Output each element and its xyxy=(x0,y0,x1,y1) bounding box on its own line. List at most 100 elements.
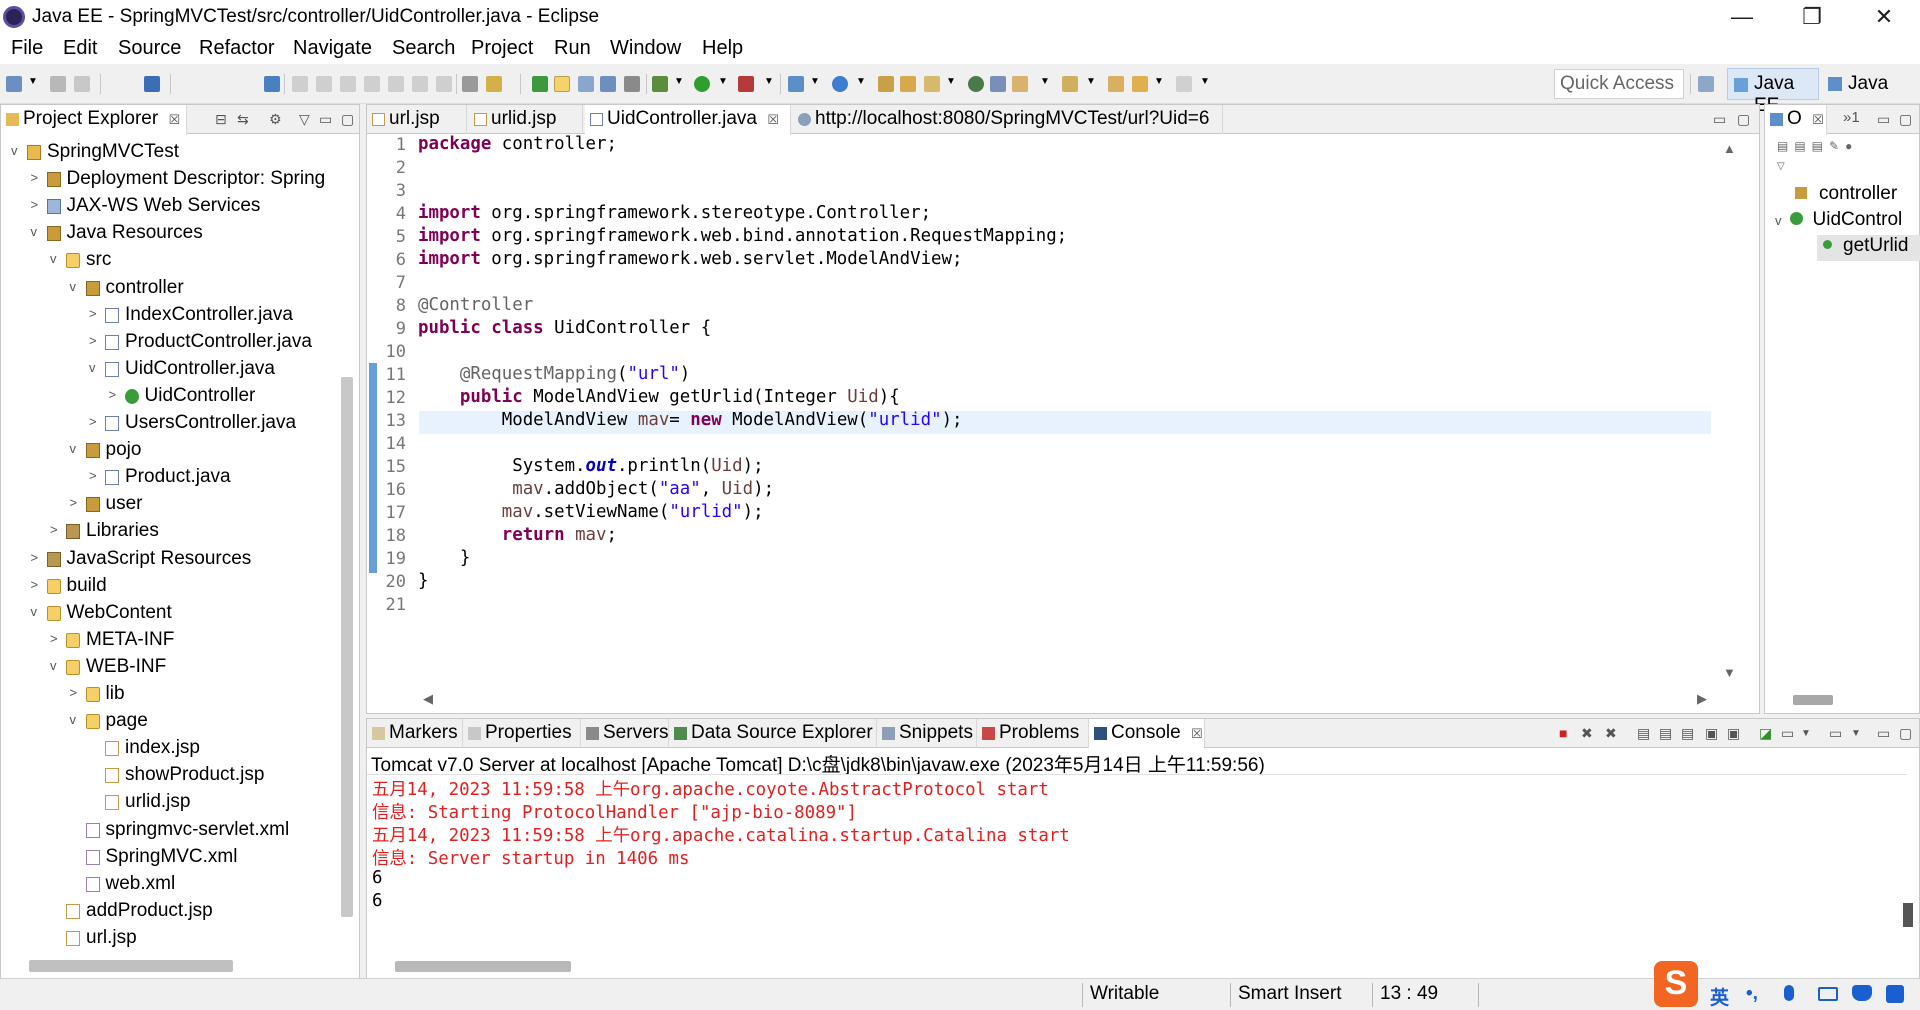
code-line[interactable]: ModelAndView mav= new ModelAndView("urli… xyxy=(418,410,963,430)
pin-console-icon[interactable]: ◪ xyxy=(1759,725,1772,742)
show-on-stderr-icon[interactable]: ▣ xyxy=(1727,725,1740,742)
back-dropdown-icon[interactable]: ▼ xyxy=(1154,76,1164,92)
outline-item-class[interactable]: v UidControl xyxy=(1775,209,1902,235)
open-perspective-icon[interactable] xyxy=(1698,76,1714,92)
show-on-stdout-icon[interactable]: ▣ xyxy=(1705,725,1718,742)
show-whitespace-icon[interactable] xyxy=(624,76,640,92)
ime-language-toggle[interactable]: 英 xyxy=(1710,983,1729,1010)
chevron-right-icon[interactable]: > xyxy=(89,468,101,483)
outline-toolbar[interactable]: ▤▤▤✎● xyxy=(1777,139,1858,153)
external-tools-dropdown-icon[interactable]: ▼ xyxy=(764,76,774,92)
chevron-right-icon[interactable]: > xyxy=(89,306,101,321)
tab-problems[interactable]: Problems xyxy=(977,719,1089,748)
tools-icon[interactable] xyxy=(486,76,502,92)
chevron-down-icon[interactable]: v xyxy=(70,441,82,456)
code-line[interactable]: } xyxy=(418,571,428,591)
chevron-right-icon[interactable]: > xyxy=(109,387,121,402)
close-icon[interactable]: ☒ xyxy=(1191,726,1203,741)
new-class-icon[interactable] xyxy=(832,76,848,92)
perspective-java-ee[interactable]: Java EE xyxy=(1727,68,1819,116)
ime-logo-icon[interactable]: S xyxy=(1654,961,1698,1007)
chevron-down-icon[interactable]: v xyxy=(70,279,82,294)
previous-annotation-dropdown-icon[interactable]: ▼ xyxy=(1086,76,1096,92)
chevron-right-icon[interactable]: > xyxy=(50,631,62,646)
chevron-right-icon[interactable]: > xyxy=(31,170,43,185)
chevron-down-icon[interactable]: v xyxy=(31,604,43,619)
tab-uidcontroller-java[interactable]: UidController.java ☒ xyxy=(585,105,791,135)
chevron-down-icon[interactable]: v xyxy=(11,143,23,158)
chevron-down-icon[interactable]: v xyxy=(89,360,101,375)
menu-search[interactable]: Search xyxy=(392,37,455,60)
new-dropdown-icon[interactable]: ▼ xyxy=(28,76,38,92)
next-annotation-icon[interactable] xyxy=(1012,76,1028,92)
code-line[interactable]: import org.springframework.stereotype.Co… xyxy=(418,203,931,223)
more-views-icon[interactable]: »1 xyxy=(1843,109,1860,126)
open-folder-icon[interactable] xyxy=(900,76,916,92)
collapse-all-icon[interactable]: ⊟ xyxy=(215,111,227,128)
code-line[interactable]: import org.springframework.web.bind.anno… xyxy=(418,226,1067,246)
menu-help[interactable]: Help xyxy=(702,37,743,60)
tab-outline[interactable]: O ☒ xyxy=(1765,105,1827,135)
tab-console[interactable]: Console ☒ xyxy=(1089,719,1205,749)
word-wrap-icon[interactable]: ▤ xyxy=(1681,725,1694,742)
chevron-right-icon[interactable]: > xyxy=(70,495,82,510)
chevron-right-icon[interactable]: > xyxy=(31,577,43,592)
skip-breakpoints-icon[interactable] xyxy=(264,76,280,92)
display-console-icon[interactable]: ▭ xyxy=(1781,725,1794,742)
chevron-right-icon[interactable]: > xyxy=(89,414,101,429)
menu-source[interactable]: Source xyxy=(118,37,181,60)
chevron-right-icon[interactable]: > xyxy=(31,550,43,565)
code-line[interactable]: return mav; xyxy=(418,525,617,545)
forward-dropdown-icon[interactable]: ▼ xyxy=(1200,76,1210,92)
globe-icon[interactable] xyxy=(968,76,984,92)
minimize-view-icon[interactable]: ▭ xyxy=(1877,725,1890,742)
terminate-icon[interactable] xyxy=(340,76,356,92)
close-button[interactable]: ✕ xyxy=(1854,0,1914,34)
tab-browser[interactable]: http://localhost:8080/SpringMVCTest/url?… xyxy=(793,105,1223,134)
minimize-editor-icon[interactable]: ▭ xyxy=(1713,111,1726,128)
tab-project-explorer[interactable]: Project Explorer ☒ xyxy=(1,105,188,135)
external-tools-icon[interactable] xyxy=(738,76,754,92)
highlight-icon[interactable] xyxy=(554,76,570,92)
annotation-icon[interactable] xyxy=(990,76,1006,92)
save-all-icon[interactable] xyxy=(74,76,90,92)
console-horizontal-scrollbar[interactable] xyxy=(395,961,571,972)
search-dropdown-icon[interactable]: ▼ xyxy=(946,76,956,92)
maximize-view-icon[interactable]: ▢ xyxy=(341,111,354,128)
outline-horizontal-scrollbar[interactable] xyxy=(1793,695,1833,705)
suspend-icon[interactable] xyxy=(316,76,332,92)
clear-console-icon[interactable]: ▤ xyxy=(1637,725,1650,742)
scroll-lock-icon[interactable]: ▤ xyxy=(1659,725,1672,742)
tab-properties[interactable]: Properties xyxy=(463,719,581,748)
search-icon[interactable] xyxy=(924,76,940,92)
minimize-view-icon[interactable]: ▭ xyxy=(1877,111,1890,128)
perspective-java[interactable]: Java xyxy=(1822,68,1892,100)
word-wrap-icon[interactable] xyxy=(578,76,594,92)
tree-horizontal-scrollbar[interactable] xyxy=(29,960,233,972)
tab-url-jsp[interactable]: url.jsp xyxy=(367,105,467,134)
resume-icon[interactable] xyxy=(292,76,308,92)
open-console-dropdown-icon[interactable]: ▼ xyxy=(1851,728,1861,739)
quick-access-input[interactable]: Quick Access xyxy=(1554,69,1684,99)
chevron-right-icon[interactable]: > xyxy=(70,685,82,700)
menu-run[interactable]: Run xyxy=(554,37,591,60)
chevron-down-icon[interactable]: v xyxy=(50,251,62,266)
toggle-mark-occurrences-icon[interactable] xyxy=(532,76,548,92)
debug-dropdown-icon[interactable]: ▼ xyxy=(674,76,684,92)
display-console-dropdown-icon[interactable]: ▼ xyxy=(1801,728,1811,739)
use-step-filters-icon[interactable] xyxy=(462,76,478,92)
step-return-icon[interactable] xyxy=(436,76,452,92)
back-icon[interactable] xyxy=(1132,76,1148,92)
code-line[interactable]: mav.setViewName("urlid"); xyxy=(418,502,764,522)
previous-annotation-icon[interactable] xyxy=(1062,76,1078,92)
code-line[interactable]: @RequestMapping("url") xyxy=(418,364,690,384)
chevron-down-icon[interactable]: v xyxy=(70,712,82,727)
annotation-dropdown-icon[interactable]: ▼ xyxy=(1040,76,1050,92)
tab-markers[interactable]: Markers xyxy=(367,719,463,748)
debug-icon[interactable] xyxy=(652,76,668,92)
scroll-right-icon[interactable]: ▶ xyxy=(1697,691,1707,707)
outline-view-menu-icon[interactable]: ▽ xyxy=(1777,161,1785,172)
outline-item-method[interactable]: getUrlid xyxy=(1817,235,1920,261)
open-task-icon[interactable] xyxy=(878,76,894,92)
menu-project[interactable]: Project xyxy=(471,37,533,60)
